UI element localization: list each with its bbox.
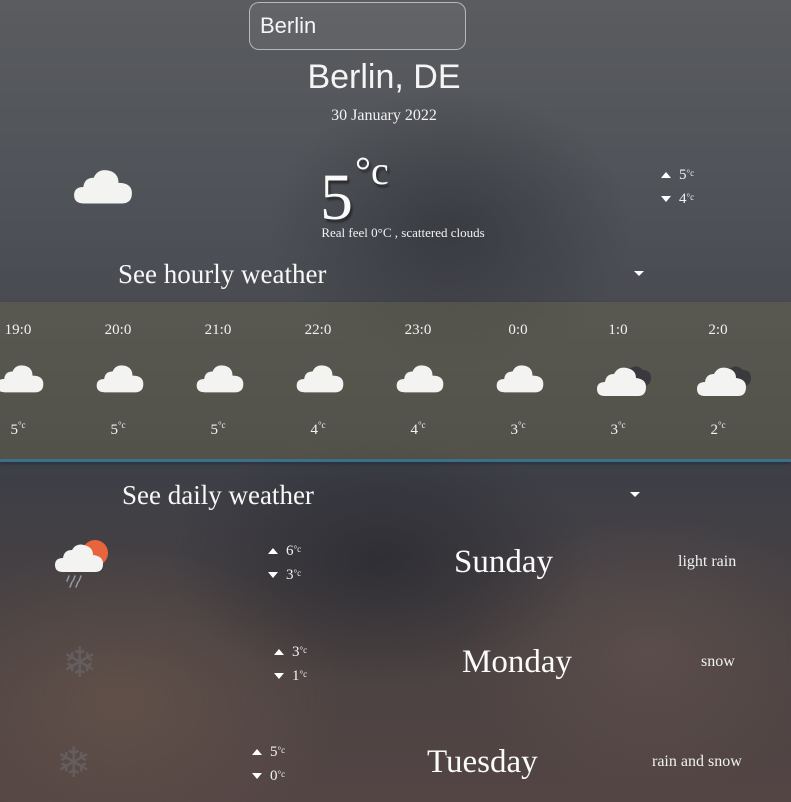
hour-temp: 5°c — [210, 420, 226, 438]
search-input[interactable] — [249, 2, 466, 50]
snowflake-icon: ❄ — [62, 638, 98, 687]
cloud-icon — [195, 362, 245, 401]
hour-temp: 5°c — [110, 420, 126, 438]
cloud-icon — [495, 362, 545, 401]
hour-temp: 2°c — [710, 420, 726, 438]
hourly-forecast: 19:0 5°c 20:0 5°c 21:0 5°c 22:0 4°c 23:0… — [0, 302, 791, 462]
day-high: 3°c — [274, 640, 307, 664]
real-feel: Real feel 0°C , scattered clouds — [321, 225, 485, 240]
day-high-low: 6°c 3°c — [268, 539, 301, 587]
day-name: Monday — [462, 644, 572, 680]
cloud-icon — [0, 362, 45, 401]
sun-rain-cloud-icon — [54, 536, 112, 595]
high-value: 5 — [679, 167, 687, 183]
day-high: 5°c — [252, 740, 285, 764]
chevron-down-icon[interactable] — [634, 271, 644, 276]
day-high-low: 3°c 1°c — [274, 640, 307, 688]
snowflake-icon: ❄ — [56, 738, 92, 787]
low-value: 4 — [679, 191, 687, 207]
daily-toggle[interactable]: See daily weather — [122, 480, 314, 511]
day-low: 3°c — [268, 563, 301, 587]
arrow-down-icon — [268, 572, 278, 578]
current-date: 30 January 2022 — [331, 107, 437, 124]
hourly-toggle[interactable]: See hourly weather — [118, 259, 326, 290]
day-name: Tuesday — [427, 744, 538, 780]
day-high-low: 5°c 0°c — [252, 740, 285, 788]
cloud-icon — [395, 362, 445, 401]
arrow-up-icon — [661, 172, 671, 178]
hour-time: 2:0 — [708, 322, 728, 338]
hour-temp: 3°c — [510, 420, 526, 438]
unit: °c — [686, 168, 695, 178]
day-high: 6°c — [268, 539, 301, 563]
current-temperature: 5°c — [320, 148, 389, 233]
hour-time: 21:0 — [204, 322, 232, 338]
day-low: 0°c — [252, 764, 285, 788]
city-name: Berlin, DE — [307, 58, 461, 96]
day-description: light rain — [678, 553, 737, 570]
hour-temp: 4°c — [310, 420, 326, 438]
arrow-down-icon — [661, 196, 671, 202]
day-description: rain and snow — [652, 753, 742, 770]
broken-clouds-icon — [695, 362, 755, 403]
arrow-up-icon — [274, 649, 284, 655]
current-high-low: 5°c 4°c — [661, 163, 694, 211]
hour-time: 19:0 — [4, 322, 32, 338]
chevron-down-icon[interactable] — [630, 492, 640, 497]
current-low: 4°c — [661, 187, 694, 211]
arrow-up-icon — [252, 749, 262, 755]
cloud-icon — [295, 362, 345, 401]
current-temp-unit: °c — [355, 148, 389, 193]
cloud-icon — [95, 362, 145, 401]
hour-temp: 3°c — [610, 420, 626, 438]
hour-time: 23:0 — [404, 322, 432, 338]
hour-time: 1:0 — [608, 322, 628, 338]
arrow-down-icon — [252, 773, 262, 779]
hour-time: 20:0 — [104, 322, 132, 338]
hour-time: 0:0 — [508, 322, 528, 338]
hour-temp: 5°c — [10, 420, 26, 438]
hour-time: 22:0 — [304, 322, 332, 338]
cloud-icon — [72, 166, 134, 213]
current-high: 5°c — [661, 163, 694, 187]
arrow-up-icon — [268, 548, 278, 554]
current-temp-value: 5 — [320, 161, 353, 234]
arrow-down-icon — [274, 673, 284, 679]
hour-temp: 4°c — [410, 420, 426, 438]
day-description: snow — [701, 653, 735, 670]
broken-clouds-icon — [595, 362, 655, 403]
day-name: Sunday — [454, 544, 553, 580]
day-low: 1°c — [274, 664, 307, 688]
unit: °c — [686, 192, 695, 202]
